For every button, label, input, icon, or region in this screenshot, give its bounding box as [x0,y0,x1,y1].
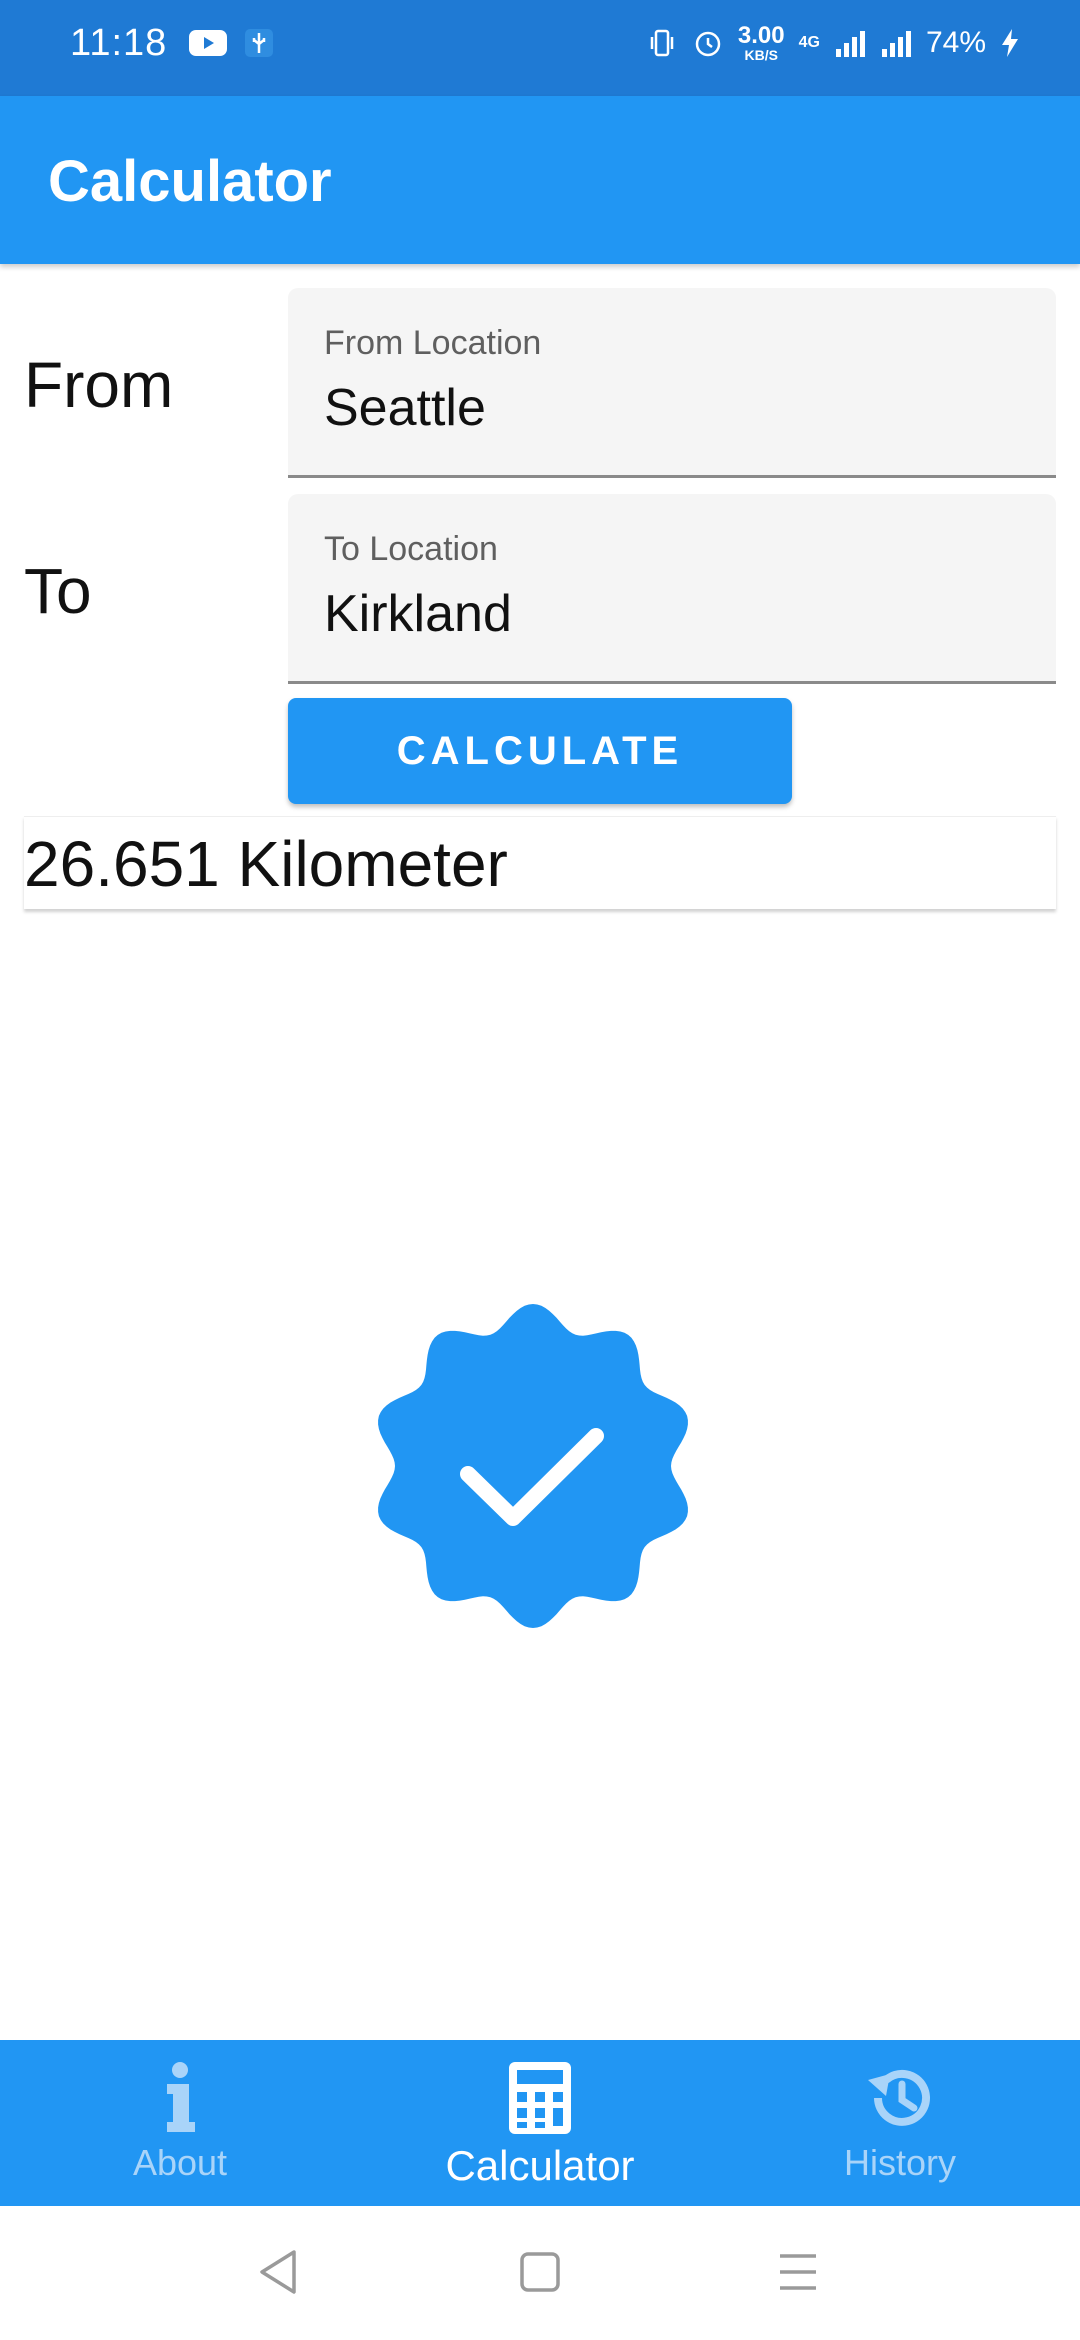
notification-icons [188,28,274,58]
page-title: Calculator [48,149,332,214]
calculate-button[interactable]: CALCULATE [288,698,792,804]
history-icon [868,2069,930,2126]
status-right-icons: 3.00 KB/S 4G 74% [646,24,1020,62]
to-location-field[interactable]: To Location Kirkland [288,494,1056,684]
menu-icon[interactable] [776,2252,820,2292]
app-bar: Calculator [0,96,1080,264]
network-speed-unit: KB/S [744,47,778,63]
status-time: 11:18 [70,22,168,64]
status-bar: 11:18 3.00 KB/S 4G 74% [0,0,1080,96]
battery-percent: 74% [925,26,986,59]
youtube-icon [189,30,227,56]
from-location-value[interactable]: Seattle [324,378,486,438]
to-location-value[interactable]: Kirkland [324,584,512,644]
signal-icon [835,31,865,57]
network-speed: 3.00 KB/S [737,22,785,63]
calculator-icon [509,2062,571,2134]
usb-icon [245,29,273,57]
nav-item-about[interactable]: About [0,2040,360,2206]
nav-item-history[interactable]: History [720,2040,1080,2206]
signal-icon-2 [881,31,911,57]
bottom-navigation: About Calculator History [0,2040,1080,2206]
nav-label-about: About [132,2142,228,2183]
charging-icon [1002,29,1018,57]
verified-badge-icon [378,1304,688,1628]
nav-label-calculator: Calculator [445,2142,635,2189]
nav-item-calculator[interactable]: Calculator [360,2040,720,2206]
vibrate-icon [650,29,674,57]
info-icon [167,2062,195,2132]
alarm-icon [695,31,721,57]
from-label: From [24,349,174,421]
result-text: 26.651 Kilometer [24,828,508,900]
home-icon[interactable] [518,2250,562,2294]
from-location-caption: From Location [324,324,542,362]
system-navigation-bar [0,2206,1080,2340]
back-icon[interactable] [256,2248,300,2296]
network-type: 4G [798,34,820,51]
result-card: 26.651 Kilometer [24,816,1056,909]
nav-label-history: History [843,2142,956,2183]
from-location-field[interactable]: From Location Seattle [288,288,1056,478]
network-speed-value: 3.00 [737,22,785,49]
to-location-caption: To Location [324,530,498,568]
to-label: To [24,555,92,627]
